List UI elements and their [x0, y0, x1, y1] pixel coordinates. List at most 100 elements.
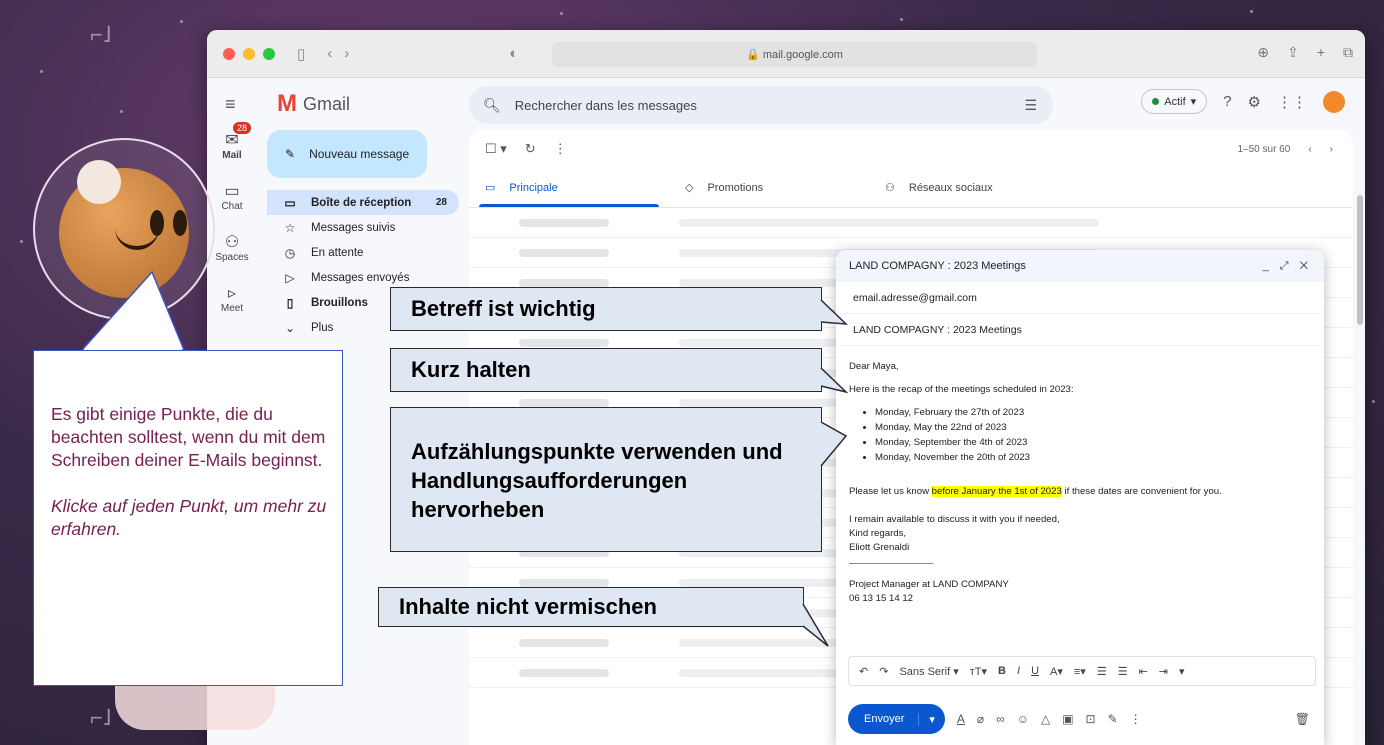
send-label: Envoyer — [864, 713, 905, 725]
compose-window: LAND COMPAGNY : 2023 Meetings _ ⤢ ✕ emai… — [836, 250, 1324, 745]
more-options-icon[interactable]: ⋮ — [554, 141, 567, 157]
align-icon[interactable]: ≡▾ — [1074, 665, 1086, 678]
confidential-icon[interactable]: ⊡ — [1086, 712, 1096, 726]
forward-icon[interactable]: › — [344, 45, 349, 62]
help-icon[interactable]: ? — [1223, 93, 1231, 110]
callout-dont-mix[interactable]: Inhalte nicht vermischen — [378, 587, 804, 627]
brand-logo-icon: ⌐˩ — [90, 22, 112, 47]
sender-placeholder — [519, 638, 609, 647]
redo-icon[interactable]: ↷ — [879, 665, 888, 678]
formatting-toggle-icon[interactable]: A — [957, 712, 965, 726]
list-item: Monday, February the 27th of 2023 — [875, 406, 1311, 420]
avatar[interactable] — [1323, 90, 1345, 113]
compose-header[interactable]: LAND COMPAGNY : 2023 Meetings _ ⤢ ✕ — [836, 250, 1324, 282]
gear-icon[interactable]: ⚙ — [1248, 93, 1261, 111]
text-color-icon[interactable]: A▾ — [1050, 665, 1063, 678]
emoji-icon[interactable]: ☺ — [1017, 712, 1029, 726]
signature-icon[interactable]: ✎ — [1108, 712, 1118, 726]
search-options-icon[interactable]: ☰ — [1024, 97, 1037, 114]
indent-more-icon[interactable]: ⇥ — [1159, 665, 1168, 678]
underline-icon[interactable]: U — [1031, 665, 1039, 677]
new-tab-icon[interactable]: + — [1317, 44, 1325, 61]
cta-text: Please let us know — [849, 486, 932, 497]
undo-icon[interactable]: ↶ — [859, 665, 868, 678]
background-star — [40, 70, 43, 73]
gmail-logo-text: Gmail — [303, 93, 351, 114]
sender-placeholder — [519, 278, 609, 287]
info-box: Es gibt einige Punkte, die du beachten s… — [33, 350, 343, 686]
callout-pointer — [820, 367, 849, 394]
meeting-list: Monday, February the 27th of 2023 Monday… — [875, 406, 1311, 465]
tabs-overview-icon[interactable]: ⧉ — [1343, 44, 1353, 61]
info-hint: Klicke auf jeden Punkt, um mehr zu erfah… — [51, 496, 327, 539]
privacy-shield-icon[interactable]: ◐ — [509, 45, 518, 62]
signature-title: Project Manager at LAND COMPANY — [849, 579, 1009, 590]
tab-promotions[interactable]: ◇ Promotions — [669, 168, 869, 207]
table-row[interactable] — [469, 208, 1353, 238]
discard-icon[interactable]: 🗑︎ — [1295, 712, 1310, 726]
sender-placeholder — [519, 398, 609, 407]
bold-icon[interactable]: B — [998, 665, 1006, 677]
message-body[interactable]: Dear Maya, Here is the recap of the meet… — [836, 346, 1324, 620]
more-formatting-icon[interactable]: ▾ — [1179, 665, 1185, 678]
share-icon[interactable]: ⇪ — [1287, 44, 1299, 61]
scrollbar[interactable] — [1357, 195, 1363, 325]
refresh-icon[interactable]: ↻ — [525, 141, 536, 157]
schedule-send-icon[interactable]: ▾ — [918, 712, 945, 726]
search-bar[interactable]: 🔍︎ Rechercher dans les messages ☰ — [469, 86, 1053, 124]
tab-social[interactable]: ⚇ Réseaux sociaux — [869, 168, 1069, 207]
minimize-window-button[interactable] — [243, 47, 255, 60]
photo-icon[interactable]: ▣ — [1062, 712, 1073, 726]
italic-icon[interactable]: I — [1017, 665, 1020, 677]
character-eye — [173, 210, 187, 236]
search-input[interactable]: Rechercher dans les messages — [515, 98, 697, 113]
callout-pointer — [820, 421, 848, 467]
menu-icon[interactable]: ≡ — [225, 94, 255, 115]
recipient-field[interactable]: email.adresse@gmail.com — [840, 282, 1320, 314]
more-options-icon[interactable]: ⋮ — [1130, 712, 1142, 726]
bulleted-list-icon[interactable]: ☰ — [1118, 665, 1128, 678]
search-icon[interactable]: 🔍︎ — [483, 97, 501, 114]
background-star — [180, 20, 183, 23]
send-button[interactable]: Envoyer ▾ — [848, 704, 945, 734]
numbered-list-icon[interactable]: ☰ — [1097, 665, 1107, 678]
text-size-icon[interactable]: тT▾ — [970, 665, 987, 678]
background-star — [120, 110, 123, 113]
pagination: 1–50 sur 60 ‹ › — [1237, 144, 1333, 155]
gmail-logo[interactable]: M Gmail — [277, 90, 350, 118]
inbox-icon: ▭ — [485, 182, 496, 194]
prev-page-icon[interactable]: ‹ — [1308, 144, 1311, 155]
close-window-button[interactable] — [223, 47, 235, 60]
attach-icon[interactable]: ⌀ — [977, 712, 984, 726]
sidebar-toggle-icon[interactable]: ▯ — [297, 45, 305, 63]
status-dropdown[interactable]: Actif ▾ — [1141, 89, 1208, 114]
maximize-window-button[interactable] — [263, 47, 275, 60]
apps-grid-icon[interactable]: ⋮⋮ — [1277, 93, 1307, 111]
drive-icon[interactable]: △ — [1041, 712, 1050, 726]
back-icon[interactable]: ‹ — [327, 45, 332, 62]
sender-placeholder — [519, 338, 609, 347]
next-page-icon[interactable]: › — [1330, 144, 1333, 155]
callout-pointer — [802, 603, 829, 647]
sender-placeholder — [519, 248, 609, 257]
gmail-m-icon: M — [277, 90, 297, 117]
tab-label: Promotions — [707, 181, 764, 194]
select-all-checkbox[interactable]: ☐ ▾ — [485, 141, 507, 157]
closing-line: Kind regards, — [849, 528, 907, 539]
download-icon[interactable]: ⊕ — [1257, 44, 1269, 61]
indent-less-icon[interactable]: ⇤ — [1139, 665, 1148, 678]
link-icon[interactable]: ∞ — [996, 712, 1005, 726]
callout-bullets[interactable]: Aufzählungspunkte verwenden und Handlung… — [390, 407, 822, 552]
background-star — [900, 18, 903, 21]
callout-keep-short[interactable]: Kurz halten — [390, 348, 822, 392]
address-bar[interactable]: 🔒 mail.google.com — [552, 42, 1037, 67]
highlighted-deadline: before January the 1st of 2023 — [931, 486, 1062, 497]
subject-field[interactable]: LAND COMPAGNY : 2023 Meetings — [840, 314, 1320, 346]
formatting-toolbar: ↶ ↷ Sans Serif ▾ тT▾ B I U A▾ ≡▾ ☰ ☰ ⇤ ⇥… — [848, 656, 1316, 686]
callout-subject[interactable]: Betreff ist wichtig — [390, 287, 822, 331]
callout-label: Betreff ist wichtig — [411, 296, 596, 321]
snippet-placeholder — [679, 218, 1099, 227]
tab-primary[interactable]: ▭ Principale — [469, 168, 669, 207]
font-select[interactable]: Sans Serif ▾ — [899, 665, 958, 678]
compose-window-controls[interactable]: _ ⤢ ✕ — [1263, 260, 1312, 273]
